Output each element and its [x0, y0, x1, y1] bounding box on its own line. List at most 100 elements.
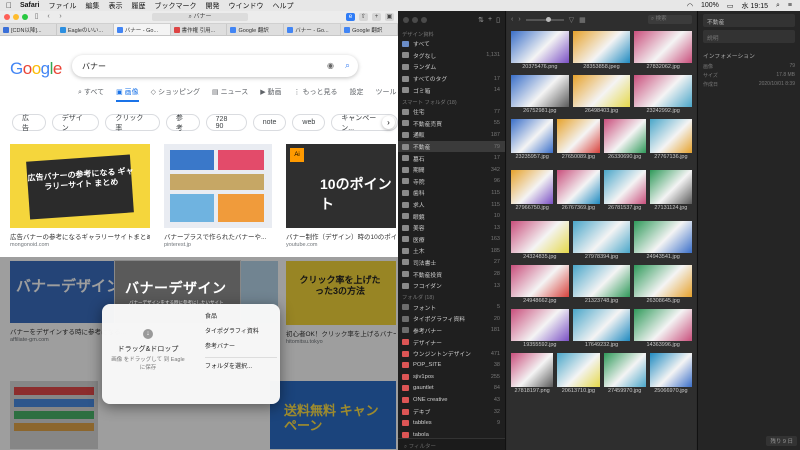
address-bar[interactable]: ⌕ バナー: [152, 13, 248, 21]
result-source[interactable]: mongonoid.com: [10, 242, 150, 248]
image-result[interactable]: バナープラスで作られたバナーや... pinterest.jp: [164, 144, 272, 248]
grid-item[interactable]: 27767136.jpg: [649, 119, 692, 161]
grid-thumbnail[interactable]: [649, 170, 692, 204]
grid-thumbnail[interactable]: [572, 75, 631, 107]
grid-item[interactable]: 27832062.jpg: [634, 31, 692, 71]
sidebar-item[interactable]: 歯科 115: [398, 187, 505, 199]
menu-item[interactable]: ヘルプ: [272, 1, 293, 11]
browser-tab-active[interactable]: バナー - Go...: [113, 24, 171, 35]
close-button[interactable]: [4, 14, 10, 20]
grid-thumbnail[interactable]: [572, 221, 631, 253]
grid-thumbnail[interactable]: [634, 75, 692, 107]
grid-thumbnail[interactable]: [511, 75, 569, 107]
back-icon[interactable]: ‹: [511, 16, 513, 23]
grid-item[interactable]: 28353858.jpeg: [572, 31, 631, 71]
chip[interactable]: 728 90: [205, 114, 247, 131]
grid-item[interactable]: 27650089.jpg: [557, 119, 600, 161]
sidebar-item[interactable]: タイポグラフィ資料 20: [398, 313, 505, 325]
nav-images[interactable]: ▣ 画像: [116, 87, 139, 102]
thumbnail-size-slider[interactable]: [525, 16, 564, 22]
sidebar-item[interactable]: tabbles 9: [398, 417, 505, 429]
sidebar-item[interactable]: 参考バナー 181: [398, 325, 505, 337]
nav-more[interactable]: ⋮ もっと見る: [294, 87, 338, 102]
grid-thumbnail[interactable]: [511, 265, 569, 297]
sidebar-item[interactable]: 期間 342: [398, 164, 505, 176]
grid-item[interactable]: 26752981.jpg: [511, 75, 569, 115]
grid-thumbnail[interactable]: [511, 170, 554, 204]
control-center-icon[interactable]: ≡: [788, 2, 792, 9]
forward-icon[interactable]: ›: [56, 13, 65, 21]
sidebar-item[interactable]: 不動産投資 28: [398, 268, 505, 280]
grid-item[interactable]: 27978394.jpg: [572, 221, 631, 261]
result-source[interactable]: pinterest.jp: [164, 242, 272, 248]
nav-videos[interactable]: ▶ 動画: [260, 87, 281, 102]
sidebar-item[interactable]: POP_SITE 38: [398, 359, 505, 371]
grid-search-input[interactable]: ⌕ 検索: [648, 15, 692, 24]
grid-thumbnail[interactable]: [511, 353, 554, 387]
sidebar-item[interactable]: 通販 187: [398, 129, 505, 141]
grid-thumbnail[interactable]: [572, 309, 631, 341]
grid-item[interactable]: 26781537.jpg: [603, 170, 646, 212]
sidebar-item[interactable]: 不動産売買 55: [398, 118, 505, 130]
sidebar-item[interactable]: フォント 5: [398, 301, 505, 313]
result-title[interactable]: バナー制作（デザイン）時の10のポイント...: [286, 231, 396, 241]
chip[interactable]: クリック率: [105, 114, 160, 132]
grid-thumbnail[interactable]: [603, 119, 646, 153]
grid-thumbnail[interactable]: [634, 265, 692, 297]
close-button[interactable]: [403, 16, 409, 23]
nav-settings[interactable]: 設定: [350, 87, 364, 102]
zoom-button[interactable]: [22, 14, 28, 20]
nav-news[interactable]: ▤ ニュース: [212, 87, 248, 102]
grid-item[interactable]: 24948662.jpg: [511, 265, 569, 305]
sidebar-item[interactable]: ONE creative 43: [398, 394, 505, 406]
sidebar-item[interactable]: sjiv1pos 255: [398, 371, 505, 383]
grid-item[interactable]: 17649232.jpg: [572, 309, 631, 349]
chip[interactable]: 広告: [12, 114, 46, 132]
sidebar-item[interactable]: 不動産 79: [398, 140, 505, 153]
sidebar-item[interactable]: 住宅 77: [398, 106, 505, 118]
grid-item[interactable]: 27131124.jpg: [649, 170, 692, 212]
layout-icon[interactable]: ▦: [579, 16, 586, 24]
forward-icon[interactable]: ›: [518, 16, 520, 23]
grid-item[interactable]: 27966750.jpg: [511, 170, 554, 212]
result-source[interactable]: youtube.com: [286, 242, 396, 248]
sidebar-filter-input[interactable]: ⌕ フィルター: [398, 438, 505, 450]
menu-app-name[interactable]: Safari: [20, 2, 39, 9]
grid-item[interactable]: 21323748.jpg: [572, 265, 631, 305]
grid-item[interactable]: 23242992.jpg: [634, 75, 692, 115]
grid-item[interactable]: 26330690.jpg: [603, 119, 646, 161]
minimize-button[interactable]: [412, 16, 418, 23]
result-title[interactable]: 広告バナーの参考になるギャラリーサイトまとめ...: [10, 231, 150, 241]
minimize-button[interactable]: [13, 14, 19, 20]
grid-thumbnail[interactable]: [649, 353, 692, 387]
search-icon[interactable]: ⌕: [345, 60, 350, 71]
sidebar-item[interactable]: 求人 115: [398, 199, 505, 211]
grid-item[interactable]: 23235957.jpg: [511, 119, 554, 161]
grid-item[interactable]: 26498403.jpg: [572, 75, 631, 115]
grid-thumbnail[interactable]: [603, 353, 646, 387]
new-tab-icon[interactable]: +: [372, 13, 381, 21]
grid-item[interactable]: 27459970.jpg: [603, 353, 646, 395]
browser-tab[interactable]: [CDN以降]...: [0, 24, 57, 35]
grid-item[interactable]: 20375476.png: [511, 31, 569, 71]
smart-folder-header[interactable]: スマート フォルダ (18): [398, 96, 505, 106]
grid-thumbnail[interactable]: [603, 170, 646, 204]
folder-option[interactable]: タイポグラフィ資料: [199, 325, 277, 340]
result-title[interactable]: バナープラスで作られたバナーや...: [164, 231, 272, 241]
sidebar-item[interactable]: gauntlet 84: [398, 383, 505, 395]
library-name[interactable]: デザイン資料: [398, 28, 505, 38]
sidebar-item[interactable]: ゴミ箱 14: [398, 84, 505, 96]
zoom-button[interactable]: [421, 16, 427, 23]
chevron-right-icon[interactable]: ›: [382, 116, 395, 129]
trial-status-badge[interactable]: 残り 9 日: [766, 436, 797, 446]
sidebar-item[interactable]: ウンジントンデザイン 471: [398, 348, 505, 360]
grid-thumbnail[interactable]: [557, 353, 600, 387]
sidebar-item[interactable]: 美容 13: [398, 222, 505, 234]
browser-tab[interactable]: Google 翻訳: [341, 24, 398, 35]
menu-item[interactable]: ウインドウ: [228, 1, 263, 11]
browser-tab[interactable]: 書作権 引用...: [171, 24, 228, 35]
sidebar-item[interactable]: 眼鏡 10: [398, 210, 505, 222]
sidebar-toggle-icon[interactable]: ▯: [496, 16, 500, 24]
sort-icon[interactable]: ⇅: [478, 16, 484, 24]
sidebar-item[interactable]: 司法書士 27: [398, 257, 505, 269]
